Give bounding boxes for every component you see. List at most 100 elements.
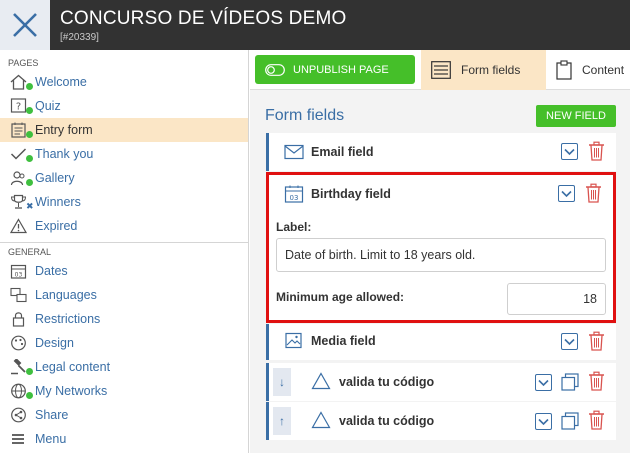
chevron-down-icon (564, 148, 575, 155)
users-icon (10, 171, 25, 186)
field-item-email[interactable]: Email field (266, 133, 616, 171)
sidebar-item-label: Restrictions (35, 312, 101, 326)
question-icon: ? (10, 98, 27, 113)
move-up-button[interactable]: ↑ (273, 407, 291, 435)
toggle-icon (265, 63, 285, 76)
tab-form-fields-label: Form fields (461, 63, 521, 77)
lock-icon (12, 312, 25, 327)
status-dot-icon (26, 368, 33, 375)
expand-button[interactable] (561, 333, 578, 350)
new-field-button[interactable]: NEW FIELD (536, 105, 616, 127)
sidebar-item-label: Gallery (35, 171, 75, 185)
status-dot-icon (26, 179, 33, 186)
page-title: Form fields (265, 107, 345, 124)
sidebar-item-languages[interactable]: Languages (0, 283, 248, 307)
sidebar-item-label: My Networks (35, 384, 108, 398)
sidebar-item-menu[interactable]: Menu (0, 427, 248, 451)
list-icon (431, 61, 451, 79)
svg-text:?: ? (16, 102, 21, 113)
trash-icon[interactable] (588, 141, 605, 161)
min-age-caption: Minimum age allowed: (276, 290, 405, 304)
sidebar-item-label: Entry form (35, 123, 93, 137)
triangle-icon (311, 411, 331, 429)
status-dot-icon (26, 392, 33, 399)
min-age-value: 18 (583, 292, 597, 306)
network-icon (11, 383, 26, 399)
pages-section-label: PAGES (8, 58, 39, 68)
image-icon (285, 332, 302, 349)
trash-icon[interactable] (588, 410, 605, 430)
general-section-label: GENERAL (8, 247, 52, 257)
languages-icon (10, 287, 27, 303)
sidebar-item-label: Legal content (35, 360, 111, 374)
sidebar-item-dates[interactable]: 03 Dates (0, 259, 248, 283)
sidebar-item-label: Quiz (35, 99, 61, 113)
sidebar-item-entry-form[interactable]: Entry form (0, 118, 248, 142)
label-caption: Label: (276, 220, 312, 234)
sidebar-item-winners[interactable]: ✖ Winners (0, 190, 248, 214)
label-input-value: Date of birth. Limit to 18 years old. (285, 248, 476, 262)
sidebar-item-label: Thank you (35, 147, 94, 161)
arrow-down-icon: ↓ (279, 375, 285, 389)
clipboard-icon (556, 60, 572, 80)
unpublish-page-label: UNPUBLISH PAGE (293, 63, 389, 76)
svg-text:03: 03 (15, 272, 23, 279)
tab-content[interactable]: Content (546, 50, 630, 90)
move-down-button[interactable]: ↓ (273, 368, 291, 396)
chevron-down-icon (561, 190, 572, 197)
chevron-down-icon (538, 379, 549, 386)
menu-icon (12, 434, 24, 444)
share-icon (11, 407, 26, 423)
sidebar-item-gallery[interactable]: Gallery (0, 166, 248, 190)
contest-title: CONCURSO DE VÍDEOS DEMO (60, 8, 347, 29)
expand-button[interactable] (561, 143, 578, 160)
palette-icon (11, 335, 26, 351)
field-item-custom-1[interactable]: ↓ valida tu código (266, 363, 616, 401)
duplicate-icon[interactable] (561, 373, 579, 391)
trash-icon[interactable] (588, 331, 605, 351)
close-x-icon (13, 13, 37, 37)
duplicate-icon[interactable] (561, 412, 579, 430)
triangle-icon (311, 372, 331, 390)
trash-icon[interactable] (585, 183, 602, 203)
sidebar-item-label: Languages (35, 288, 97, 302)
warning-icon (10, 218, 27, 234)
unpublish-page-button[interactable]: UNPUBLISH PAGE (255, 55, 415, 84)
sidebar-divider (0, 242, 248, 243)
tab-form-fields[interactable]: Form fields (421, 50, 546, 90)
field-item-media[interactable]: Media field (266, 324, 616, 360)
sidebar-item-quiz[interactable]: ? Quiz (0, 94, 248, 118)
trash-icon[interactable] (588, 371, 605, 391)
sidebar-item-design[interactable]: Design (0, 331, 248, 355)
expand-button[interactable] (558, 185, 575, 202)
sidebar-item-welcome[interactable]: Welcome (0, 70, 248, 94)
sidebar-item-thank-you[interactable]: Thank you (0, 142, 248, 166)
min-age-input[interactable]: 18 (507, 283, 606, 315)
label-input[interactable]: Date of birth. Limit to 18 years old. (276, 238, 606, 272)
expand-button[interactable] (535, 413, 552, 430)
status-dot-icon (26, 107, 33, 114)
sidebar-item-share[interactable]: Share (0, 403, 248, 427)
sidebar: PAGES Welcome ? Quiz Entry form Thank yo… (0, 50, 249, 453)
sidebar-item-restrictions[interactable]: Restrictions (0, 307, 248, 331)
form-icon (11, 122, 26, 138)
field-item-custom-2[interactable]: ↑ valida tu código (266, 402, 616, 440)
contest-id: [#20339] (60, 32, 99, 43)
unpublished-x-icon: ✖ (26, 201, 34, 211)
sidebar-item-legal-content[interactable]: Legal content (0, 355, 248, 379)
sidebar-item-expired[interactable]: Expired (0, 214, 248, 238)
close-button[interactable] (0, 0, 50, 50)
sidebar-item-label: Dates (35, 264, 68, 278)
home-icon (10, 74, 27, 90)
sidebar-item-label: Expired (35, 219, 78, 233)
sidebar-item-label: Winners (35, 195, 81, 209)
field-item-birthday[interactable]: 03 Birthday field Label: Date of birth. … (266, 172, 616, 323)
expand-button[interactable] (535, 374, 552, 391)
status-dot-icon (26, 131, 33, 138)
chevron-down-icon (564, 338, 575, 345)
field-name: Birthday field (311, 187, 391, 201)
top-bar: CONCURSO DE VÍDEOS DEMO [#20339] (0, 0, 630, 50)
tab-content-label: Content (582, 63, 625, 77)
sidebar-item-my-networks[interactable]: My Networks (0, 379, 248, 403)
main-panel: UNPUBLISH PAGE Form fields Content Form … (250, 50, 630, 453)
